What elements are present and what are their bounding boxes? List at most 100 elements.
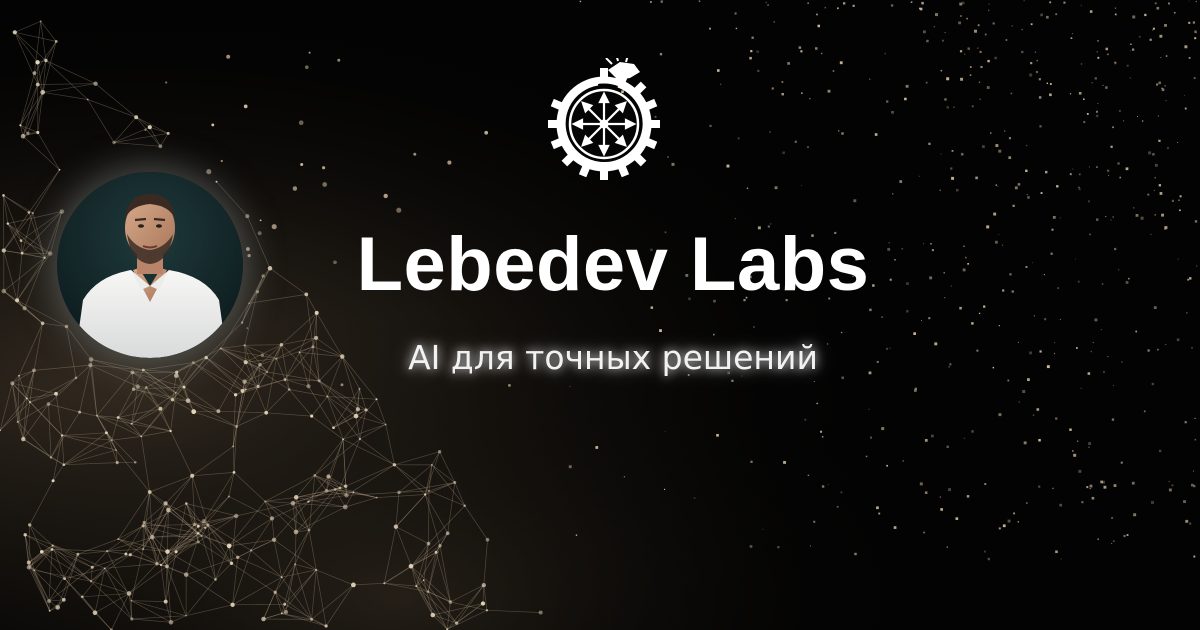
dust-particle: [1012, 204, 1015, 207]
network-node: [184, 502, 188, 505]
dust-particle: [1023, 441, 1027, 445]
network-node: [116, 416, 120, 419]
network-node: [92, 610, 98, 616]
dust-particle: [1107, 356, 1109, 358]
dust-particle: [1059, 319, 1061, 320]
dust-particle: [1165, 55, 1168, 57]
dust-particle: [1029, 351, 1032, 355]
dust-particle: [1144, 13, 1147, 17]
dust-particle: [982, 145, 985, 149]
dust-particle: [1185, 519, 1189, 523]
dust-particle: [1002, 289, 1005, 292]
dust-particle: [1072, 450, 1074, 452]
dust-particle: [951, 150, 954, 152]
network-node: [158, 406, 163, 411]
dust-particle: [948, 488, 952, 492]
network-link: [193, 410, 219, 413]
dust-particle: [876, 506, 879, 510]
network-node: [196, 540, 200, 544]
dust-particle: [1119, 176, 1122, 179]
dust-particle: [998, 234, 1000, 236]
dust-particle: [886, 100, 889, 103]
network-node: [149, 534, 155, 540]
dust-particle: [1089, 233, 1091, 236]
social-card: Lebedev Labs AI для точных решений: [0, 0, 1200, 630]
network-node: [191, 409, 197, 415]
dust-particle: [983, 305, 986, 308]
network-node: [165, 564, 169, 569]
dust-particle: [923, 531, 925, 534]
dust-particle: [698, 0, 701, 2]
dust-particle: [906, 310, 909, 313]
dust-particle: [967, 47, 970, 50]
network-node: [245, 214, 250, 219]
network-node: [315, 568, 318, 572]
network-node: [183, 572, 189, 577]
dust-particle: [1137, 116, 1138, 117]
network-node: [324, 624, 328, 628]
dust-particle: [978, 81, 981, 83]
network-node: [293, 529, 299, 535]
dust-particle: [1173, 11, 1176, 14]
dust-particle: [806, 146, 809, 149]
network-node: [19, 124, 22, 127]
network-node: [397, 490, 401, 495]
dust-particle: [946, 77, 950, 81]
dust-particle: [1154, 2, 1157, 5]
dust-particle: [931, 249, 934, 252]
dust-particle: [1096, 110, 1098, 113]
dust-particle: [966, 495, 970, 498]
dust-particle: [1091, 496, 1095, 500]
dust-particle: [1014, 186, 1018, 190]
dust-particle: [940, 69, 943, 72]
dust-particle: [1138, 35, 1141, 38]
dust-particle: [1078, 186, 1080, 189]
network-node: [124, 552, 128, 556]
dust-particle: [1157, 115, 1159, 117]
network-node: [324, 488, 329, 493]
dust-particle: [1021, 50, 1024, 54]
network-node: [86, 98, 89, 101]
dust-particle: [1148, 151, 1152, 155]
dust-particle: [852, 4, 855, 7]
dust-particle: [940, 153, 942, 155]
network-node: [424, 493, 427, 496]
network-node: [49, 456, 53, 459]
dust-particle: [940, 508, 943, 511]
dust-particle: [771, 87, 774, 90]
network-node: [332, 426, 335, 430]
glint-particle: [322, 166, 326, 170]
glint-particle: [484, 130, 489, 135]
dust-particle: [813, 381, 815, 382]
network-node: [33, 569, 36, 572]
glint-particle: [322, 182, 328, 187]
dust-particle: [1101, 283, 1104, 285]
network-node: [174, 391, 177, 394]
dust-particle: [749, 545, 753, 548]
dust-particle: [1102, 84, 1104, 86]
dust-particle: [1143, 410, 1146, 413]
dust-particle: [1133, 207, 1135, 209]
network-node: [2, 194, 5, 197]
network-node: [353, 413, 359, 419]
dust-particle: [1105, 216, 1107, 218]
dust-particle: [946, 106, 950, 109]
dust-particle: [1040, 13, 1043, 17]
dust-particle: [1036, 408, 1040, 411]
dust-particle: [1069, 428, 1072, 431]
dust-particle: [869, 78, 871, 80]
network-node: [264, 410, 269, 415]
dust-particle: [843, 2, 846, 5]
network-node: [219, 347, 222, 350]
dust-particle: [926, 39, 929, 43]
dust-particle: [1114, 247, 1117, 251]
dust-particle: [1049, 83, 1052, 85]
network-node: [232, 445, 235, 448]
dust-particle: [1132, 48, 1135, 51]
dust-particle: [1059, 217, 1061, 219]
dust-particle: [1027, 196, 1030, 199]
network-node: [174, 550, 178, 554]
dust-particle: [749, 56, 752, 60]
network-node: [344, 493, 349, 498]
dust-particle: [964, 53, 966, 55]
